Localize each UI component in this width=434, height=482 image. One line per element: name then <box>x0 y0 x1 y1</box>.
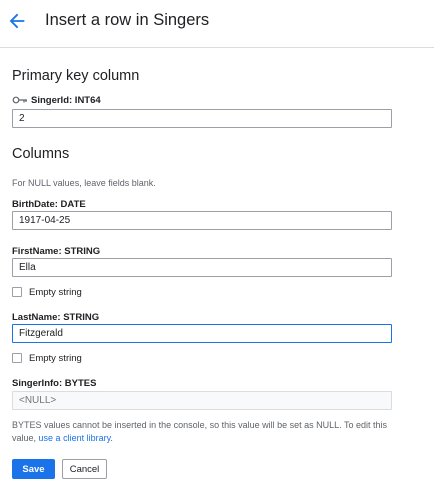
primary-key-section-title: Primary key column <box>12 68 140 84</box>
singerid-label: SingerId: INT64 <box>31 95 101 106</box>
back-button[interactable] <box>6 10 28 32</box>
lastname-empty-string-checkbox[interactable] <box>12 353 22 363</box>
birthdate-label: BirthDate: DATE <box>12 199 86 210</box>
lastname-empty-string-row[interactable]: Empty string <box>12 351 82 365</box>
lastname-input[interactable] <box>12 324 392 343</box>
firstname-empty-string-checkbox[interactable] <box>12 287 22 297</box>
firstname-empty-string-row[interactable]: Empty string <box>12 285 82 299</box>
columns-section-title: Columns <box>12 146 70 162</box>
birthdate-input[interactable] <box>12 211 392 230</box>
null-values-hint: For NULL values, leave fields blank. <box>12 178 156 188</box>
singerid-input[interactable] <box>12 109 392 128</box>
singerinfo-label: SingerInfo: BYTES <box>12 378 97 389</box>
bytes-note-end: . <box>110 433 113 443</box>
firstname-empty-string-label: Empty string <box>29 286 82 298</box>
bytes-note: BYTES values cannot be inserted in the c… <box>12 419 412 445</box>
lastname-empty-string-label: Empty string <box>29 352 82 364</box>
lastname-label: LastName: STRING <box>12 312 100 323</box>
cancel-button[interactable]: Cancel <box>62 459 107 479</box>
page-header: Insert a row in Singers <box>0 0 434 48</box>
singerinfo-input <box>12 391 392 410</box>
client-library-link[interactable]: use a client library <box>39 433 111 443</box>
save-button[interactable]: Save <box>12 459 55 479</box>
arrow-back-icon <box>9 13 25 29</box>
key-icon <box>12 97 27 104</box>
firstname-label: FirstName: STRING <box>12 246 101 257</box>
firstname-input[interactable] <box>12 258 392 277</box>
page-title: Insert a row in Singers <box>45 11 210 29</box>
singerid-label-row: SingerId: INT64 <box>12 95 101 106</box>
